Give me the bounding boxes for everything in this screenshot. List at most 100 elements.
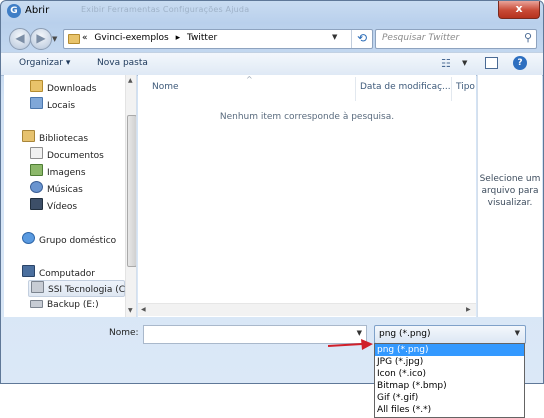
- sidebar-item-grupo-domestico[interactable]: Grupo doméstico: [22, 232, 116, 247]
- sidebar-item-label: Bibliotecas: [39, 134, 89, 144]
- sidebar-item-bibliotecas[interactable]: Bibliotecas: [22, 130, 88, 145]
- forward-button[interactable]: ▶: [30, 28, 52, 50]
- sidebar-item-label: SSI Tecnologia (C: [48, 285, 125, 295]
- file-type-option-png[interactable]: png (*.png): [375, 344, 524, 356]
- window-title: Abrir: [25, 5, 50, 16]
- recent-locations-dropdown[interactable]: ▼: [52, 35, 57, 43]
- file-list: ^ Nome Data de modificaç... Tipo Nenhum …: [138, 75, 476, 317]
- search-input[interactable]: Pesquisar Twitter ⚲: [375, 29, 537, 49]
- search-icon[interactable]: ⚲: [524, 31, 532, 44]
- breadcrumb: « Gvinci-exemplos ▸ Twitter: [82, 33, 217, 43]
- file-type-select[interactable]: png (*.png) ▼: [374, 325, 526, 344]
- preview-pane-toggle-icon[interactable]: [485, 57, 498, 69]
- scroll-up-icon[interactable]: ▲: [128, 77, 133, 84]
- computer-icon: [22, 265, 35, 277]
- file-type-option-gif[interactable]: Gif (*.gif): [375, 392, 524, 404]
- back-button[interactable]: ◀: [9, 28, 31, 50]
- videos-icon: [30, 198, 43, 210]
- title-bar[interactable]: G Abrir Exibir Ferramentas Configurações…: [1, 1, 543, 23]
- column-header-type[interactable]: Tipo: [456, 82, 475, 92]
- sidebar-item-documentos[interactable]: Documentos: [30, 147, 104, 162]
- breadcrumb-separator-icon[interactable]: ▸: [176, 33, 181, 43]
- libraries-icon: [22, 130, 35, 142]
- file-type-option-all[interactable]: All files (*.*): [375, 404, 524, 416]
- chevron-down-icon[interactable]: ▼: [515, 329, 520, 337]
- empty-list-message: Nenhum item corresponde à pesquisa.: [219, 112, 395, 122]
- sidebar-item-label: Locais: [47, 101, 76, 111]
- refresh-icon: ⟲: [356, 31, 368, 45]
- sidebar-item-label: Backup (E:): [47, 300, 99, 310]
- address-bar[interactable]: « Gvinci-exemplos ▸ Twitter ▼ ⟲: [63, 29, 373, 49]
- sidebar-item-computador[interactable]: Computador: [22, 265, 95, 280]
- sidebar-item-label: Documentos: [47, 151, 104, 161]
- breadcrumb-item-gvinci-exemplos[interactable]: Gvinci-exemplos: [94, 33, 168, 43]
- sidebar-item-label: Imagens: [47, 168, 86, 178]
- file-name-label: Nome:: [109, 328, 139, 338]
- sidebar-item-label: Downloads: [47, 84, 97, 94]
- option-label: JPG (*.jpg): [377, 357, 424, 367]
- file-type-selected-value: png (*.png): [379, 329, 431, 339]
- command-toolbar: Organizar ▾ Nova pasta ☷ ▼ ?: [1, 52, 543, 76]
- sidebar-item-drive-c[interactable]: SSI Tecnologia (C: [28, 280, 125, 297]
- sidebar-item-label: Computador: [39, 269, 95, 279]
- file-type-option-ico[interactable]: Icon (*.ico): [375, 368, 524, 380]
- back-arrow-icon: ◀: [15, 31, 25, 45]
- navigation-scrollbar[interactable]: ▲ ▼: [125, 75, 136, 317]
- scroll-right-icon[interactable]: ▶: [466, 306, 471, 313]
- option-label: png (*.png): [377, 345, 429, 355]
- refresh-button[interactable]: ⟲: [351, 30, 372, 48]
- navigation-pane: Downloads Locais Bibliotecas Documentos …: [4, 75, 137, 317]
- change-view-icon[interactable]: ☷: [441, 57, 451, 70]
- annotation-arrow-icon: [328, 339, 373, 350]
- breadcrumb-item-twitter[interactable]: Twitter: [187, 33, 217, 43]
- address-dropdown-icon[interactable]: ▼: [332, 33, 337, 41]
- scrollbar-thumb[interactable]: [127, 115, 136, 267]
- sidebar-item-label: Músicas: [47, 185, 83, 195]
- images-icon: [30, 164, 43, 176]
- new-folder-button[interactable]: Nova pasta: [97, 58, 148, 68]
- sidebar-item-downloads[interactable]: Downloads: [30, 80, 96, 95]
- column-divider[interactable]: [451, 77, 452, 101]
- close-button[interactable]: x: [498, 1, 540, 19]
- sidebar-item-label: Vídeos: [47, 202, 78, 212]
- downloads-folder-icon: [30, 80, 43, 92]
- list-horizontal-scrollbar[interactable]: ◀ ▶: [138, 303, 476, 316]
- file-name-dropdown-icon[interactable]: ▼: [357, 329, 362, 337]
- sidebar-item-musicas[interactable]: Músicas: [30, 181, 83, 196]
- sidebar-item-backup-e[interactable]: Backup (E:): [30, 298, 99, 313]
- drive-c-icon: [31, 281, 44, 293]
- places-icon: [30, 97, 43, 109]
- option-label: All files (*.*): [377, 405, 432, 415]
- column-divider[interactable]: [355, 77, 356, 101]
- organize-button[interactable]: Organizar ▾: [19, 58, 70, 68]
- file-type-option-bmp[interactable]: Bitmap (*.bmp): [375, 380, 524, 392]
- scroll-left-icon[interactable]: ◀: [141, 306, 146, 313]
- search-placeholder: Pesquisar Twitter: [382, 33, 460, 43]
- column-header-name[interactable]: Nome: [152, 82, 179, 92]
- sort-indicator-icon: ^: [246, 75, 253, 84]
- homegroup-icon: [22, 232, 35, 244]
- option-label: Bitmap (*.bmp): [377, 381, 447, 391]
- documents-icon: [30, 147, 43, 159]
- file-type-options-list: png (*.png) JPG (*.jpg) Icon (*.ico) Bit…: [374, 343, 525, 418]
- preview-pane: Selecione um arquivo para visualizar.: [477, 75, 542, 317]
- forward-arrow-icon: ▶: [36, 31, 46, 45]
- breadcrumb-overflow[interactable]: «: [82, 33, 88, 43]
- scroll-down-icon[interactable]: ▼: [128, 307, 133, 314]
- app-logo-icon: G: [7, 4, 21, 18]
- view-options-dropdown-icon[interactable]: ▼: [462, 59, 467, 67]
- option-label: Gif (*.gif): [377, 393, 419, 403]
- option-label: Icon (*.ico): [377, 369, 427, 379]
- background-menu-ghost: Exibir Ferramentas Configurações Ajuda: [81, 5, 250, 14]
- help-icon[interactable]: ?: [513, 56, 527, 70]
- open-file-dialog: G Abrir Exibir Ferramentas Configurações…: [0, 0, 544, 384]
- column-header-date[interactable]: Data de modificaç...: [360, 82, 451, 92]
- sidebar-item-locais[interactable]: Locais: [30, 97, 75, 112]
- music-icon: [30, 181, 43, 193]
- file-type-option-jpg[interactable]: JPG (*.jpg): [375, 356, 524, 368]
- drive-e-icon: [30, 300, 43, 308]
- sidebar-item-videos[interactable]: Vídeos: [30, 198, 77, 213]
- preview-message: Selecione um arquivo para visualizar.: [479, 174, 541, 208]
- sidebar-item-imagens[interactable]: Imagens: [30, 164, 86, 179]
- folder-icon: [68, 34, 80, 44]
